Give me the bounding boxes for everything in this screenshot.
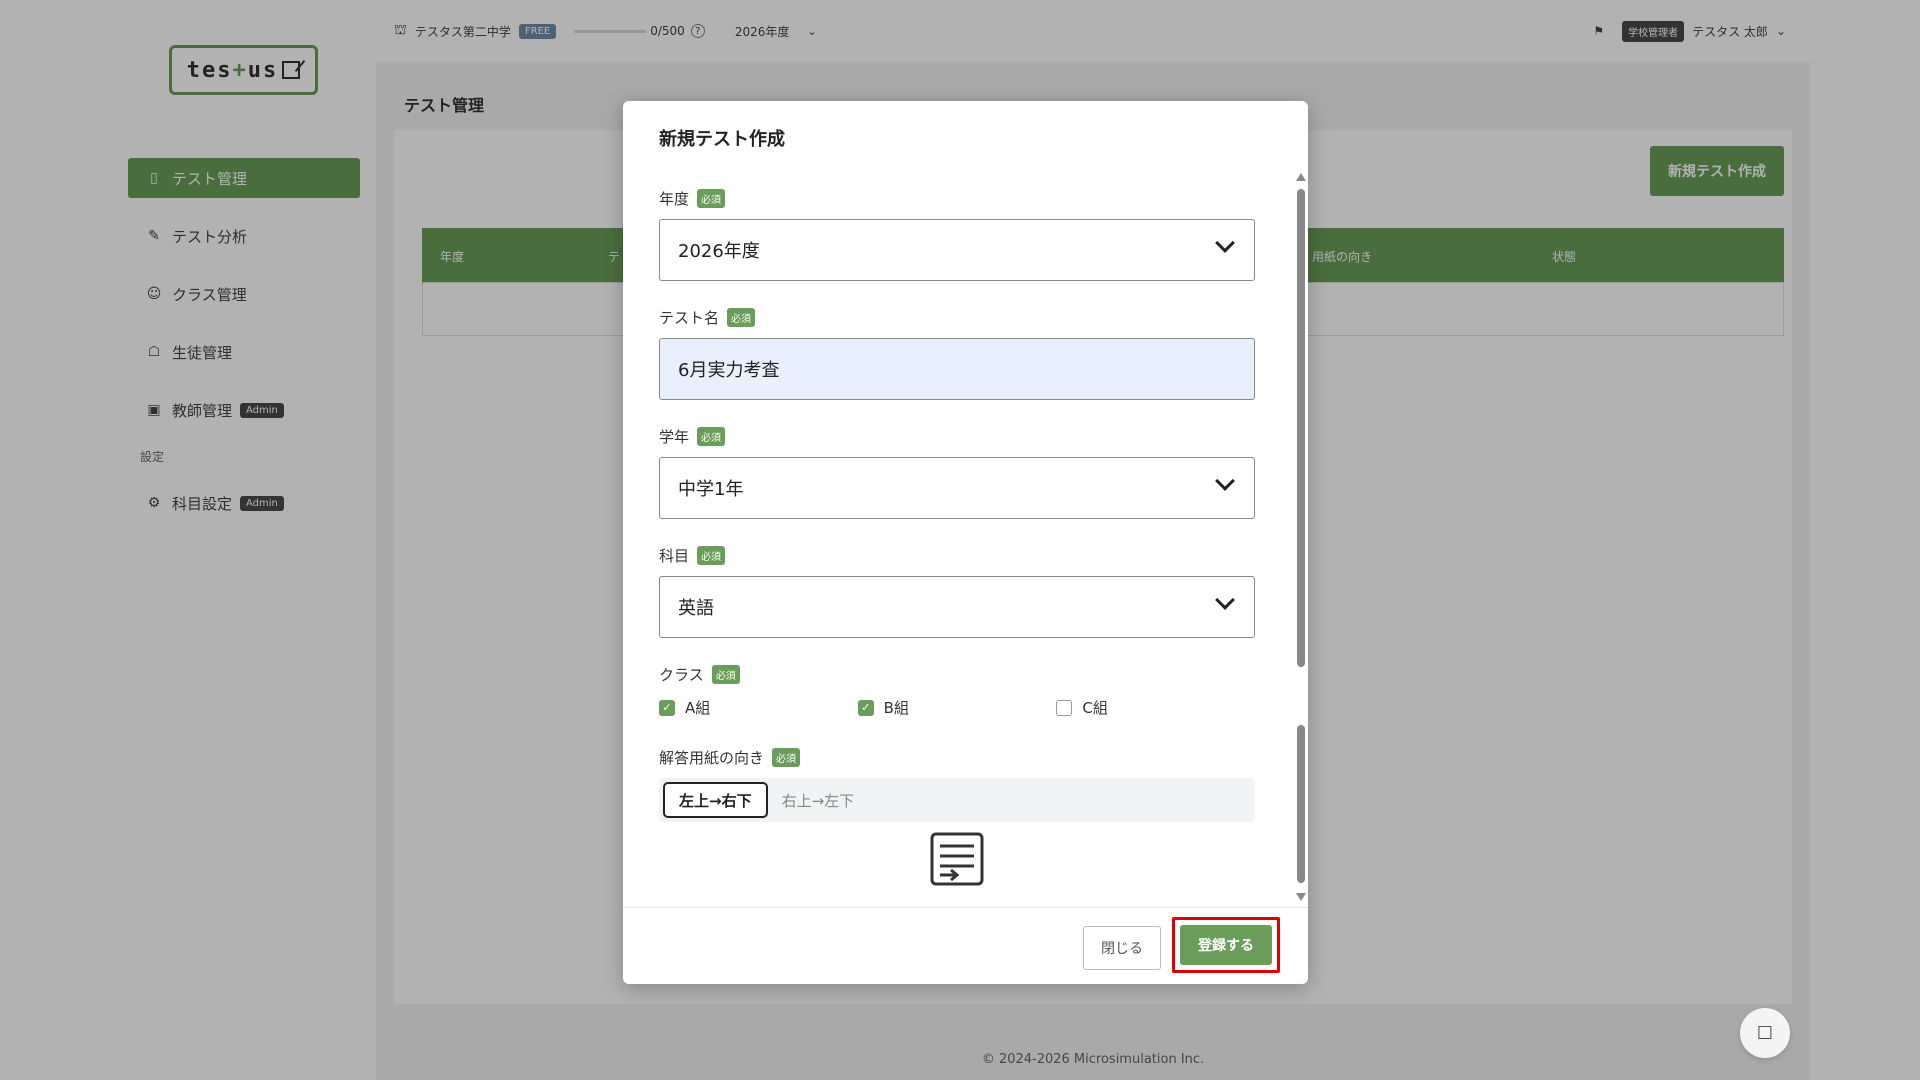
required-badge: 必須 (711, 664, 740, 684)
class-checkbox-c[interactable]: C組 (1056, 697, 1255, 718)
grade-select-value: 中学1年 (678, 479, 744, 500)
year-label: 年度 必須 (659, 187, 1255, 209)
test-name-value: 6月実力考査 (678, 360, 780, 381)
modal-footer: 閉じる 登録する (623, 907, 1308, 984)
chevron-down-icon (1215, 233, 1235, 253)
class-field: クラス 必須 ✓ A組 ✓ B組 C組 (659, 663, 1255, 718)
checkbox-checked-icon[interactable]: ✓ (857, 699, 874, 716)
class-checkbox-a[interactable]: ✓ A組 (659, 697, 858, 718)
test-name-input[interactable]: 6月実力考査 (659, 338, 1255, 400)
field-label-text: 解答用紙の向き (659, 748, 765, 767)
chat-support-icon[interactable]: ☐ (1740, 1008, 1790, 1058)
required-badge: 必須 (727, 307, 756, 327)
year-field: 年度 必須 2026年度 (659, 187, 1255, 281)
new-test-modal: 新規テスト作成 年度 必須 2026年度 テスト名 必須 6月実力考査 学年 必… (623, 101, 1308, 984)
test-name-field: テスト名 必須 6月実力考査 (659, 306, 1255, 400)
grade-label: 学年 必須 (659, 425, 1255, 447)
checkbox-unchecked-icon[interactable] (1056, 699, 1073, 716)
scrollbar-track-segment[interactable] (1297, 725, 1305, 883)
orientation-option-right-to-left[interactable]: 右上→左下 (768, 782, 869, 818)
field-label-text: 学年 (659, 427, 690, 446)
grade-field: 学年 必須 中学1年 (659, 425, 1255, 519)
close-button[interactable]: 閉じる (1083, 926, 1161, 970)
field-label-text: テスト名 (659, 308, 720, 327)
checkbox-label: C組 (1082, 699, 1108, 717)
required-badge: 必須 (772, 747, 801, 767)
submit-button[interactable]: 登録する (1180, 925, 1272, 965)
subject-select-value: 英語 (678, 598, 714, 619)
chevron-down-icon (1215, 471, 1235, 491)
scroll-down-arrow-icon[interactable] (1296, 893, 1306, 901)
field-label-text: クラス (659, 665, 704, 684)
answer-sheet-orientation-icon (930, 832, 984, 886)
orientation-option-left-to-right[interactable]: 左上→右下 (663, 782, 768, 818)
modal-scrollbar[interactable] (1294, 173, 1306, 901)
class-checkbox-b[interactable]: ✓ B組 (857, 697, 1057, 718)
class-label: クラス 必須 (659, 663, 1255, 685)
checkbox-label: B組 (883, 699, 909, 717)
field-label-text: 科目 (659, 546, 690, 565)
subject-field: 科目 必須 英語 (659, 544, 1255, 638)
year-select[interactable]: 2026年度 (659, 219, 1255, 281)
modal-body: 年度 必須 2026年度 テスト名 必須 6月実力考査 学年 必須 中学1年 科… (659, 187, 1255, 911)
chevron-down-icon (1215, 590, 1235, 610)
required-badge: 必須 (697, 188, 726, 208)
orientation-label: 解答用紙の向き 必須 (659, 746, 1255, 768)
scroll-up-arrow-icon[interactable] (1296, 173, 1306, 181)
required-badge: 必須 (697, 545, 726, 565)
orientation-toggle: 左上→右下 右上→左下 (659, 778, 1255, 822)
orientation-field: 解答用紙の向き 必須 左上→右下 右上→左下 (659, 746, 1255, 886)
year-select-value: 2026年度 (678, 241, 760, 262)
class-checkbox-group: ✓ A組 ✓ B組 C組 (659, 697, 1255, 718)
submit-highlight-box: 登録する (1172, 917, 1280, 973)
modal-title: 新規テスト作成 (659, 129, 785, 150)
test-name-label: テスト名 必須 (659, 306, 1255, 328)
checkbox-checked-icon[interactable]: ✓ (659, 699, 675, 716)
field-label-text: 年度 (659, 189, 690, 208)
required-badge: 必須 (697, 426, 726, 446)
checkbox-label: A組 (685, 699, 711, 717)
scrollbar-thumb[interactable] (1297, 189, 1305, 667)
subject-label: 科目 必須 (659, 544, 1255, 566)
subject-select[interactable]: 英語 (659, 576, 1255, 638)
grade-select[interactable]: 中学1年 (659, 457, 1255, 519)
